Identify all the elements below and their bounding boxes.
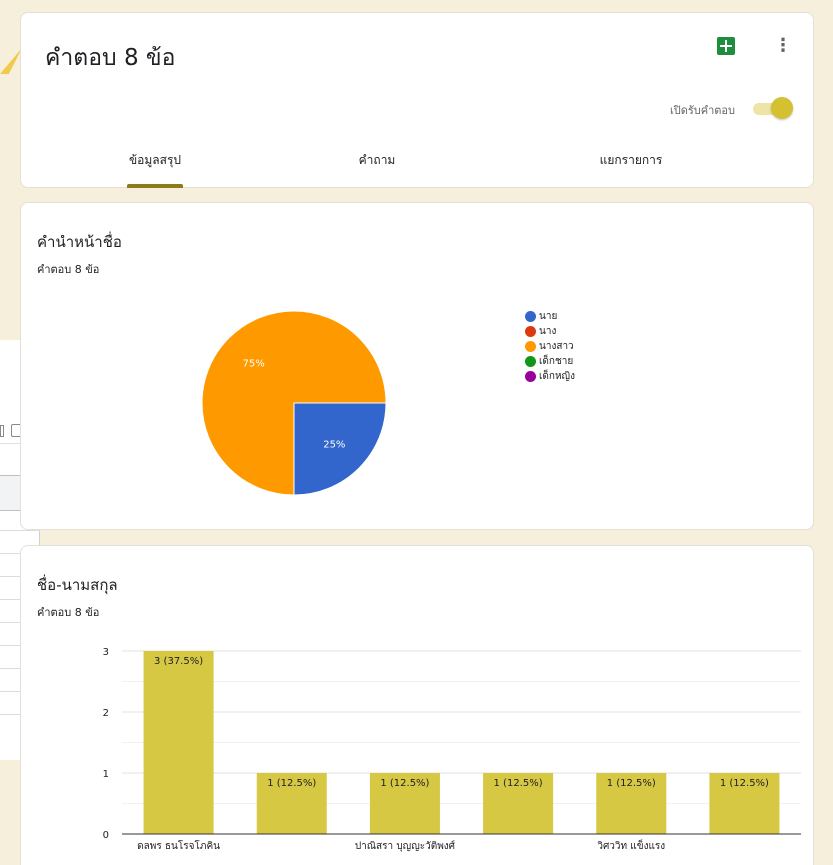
- question-card-prefix: คำนำหน้าชื่อ คำตอบ 8 ข้อ 25% 75% นาย นาง นา…: [20, 202, 814, 530]
- legend-item: นาย: [525, 309, 575, 324]
- y-tick-label: 1: [103, 769, 109, 780]
- bar-chart: 0 1 2 3 3 (37.5%) ดลพร ธนโรจโภคิน 1 (12.5%) 1 (…: [103, 647, 801, 852]
- tab-summary[interactable]: ข้อมูลสรุป: [75, 151, 235, 170]
- y-tick-label: 2: [103, 708, 109, 719]
- response-count: คำตอบ 8 ข้อ: [37, 606, 100, 619]
- tab-individual[interactable]: แยกรายการ: [551, 151, 711, 170]
- legend-swatch: [525, 341, 536, 352]
- pie-slice-label: 75%: [243, 359, 265, 370]
- accepting-responses-toggle[interactable]: [751, 97, 793, 119]
- active-tab-indicator: [127, 184, 183, 188]
- accepting-responses-label: เปิดรับคำตอบ: [669, 104, 735, 117]
- bar-value-label: 1 (12.5%): [494, 778, 543, 789]
- bar-value-label: 1 (12.5%): [380, 778, 429, 789]
- legend-label: นาย: [539, 311, 558, 322]
- legend-swatch: [525, 311, 536, 322]
- x-category-label: ปาณิสรา บุญญะวัติพงศ์: [355, 840, 456, 852]
- pointer-arrow: [0, 48, 22, 74]
- bar-value-label: 1 (12.5%): [267, 778, 316, 789]
- legend-item: นางสาว: [525, 339, 575, 354]
- bar: [143, 651, 214, 834]
- legend-item: นาง: [525, 324, 575, 339]
- sheets-icon[interactable]: [717, 37, 735, 55]
- legend-label: เด็กหญิง: [539, 371, 575, 382]
- responses-title: คำตอบ 8 ข้อ: [45, 45, 176, 71]
- background-toolbar-icon: [0, 425, 4, 437]
- question-title: คำนำหน้าชื่อ: [37, 233, 122, 251]
- legend-label: เด็กชาย: [539, 356, 574, 367]
- toggle-knob: [771, 97, 793, 119]
- responses-header-card: คำตอบ 8 ข้อ ⋮ เปิดรับคำตอบ ข้อมูลสรุป คำ…: [20, 12, 814, 188]
- legend-item: เด็กชาย: [525, 354, 575, 369]
- bar-value-label: 1 (12.5%): [720, 778, 769, 789]
- more-vert-icon[interactable]: ⋮: [773, 35, 793, 57]
- background-row-line: [0, 530, 40, 531]
- pie-chart: 25% 75%: [201, 310, 387, 496]
- pie-legend: นายนางนางสาวเด็กชายเด็กหญิง: [525, 309, 575, 384]
- pie-slice-label: 25%: [323, 439, 345, 450]
- y-tick-label: 0: [103, 830, 109, 841]
- x-category-label: วิศววิท แข็งแรง: [597, 838, 665, 852]
- x-category-label: ดลพร ธนโรจโภคิน: [137, 839, 220, 852]
- legend-swatch: [525, 326, 536, 337]
- y-tick-label: 3: [103, 647, 109, 658]
- legend-swatch: [525, 371, 536, 382]
- bar-value-label: 1 (12.5%): [607, 778, 656, 789]
- question-card-name: ชื่อ-นามสกุล คำตอบ 8 ข้อ 0 1 2 3 3 (37.5%) ดล…: [20, 545, 814, 865]
- legend-item: เด็กหญิง: [525, 369, 575, 384]
- response-count: คำตอบ 8 ข้อ: [37, 263, 100, 276]
- bar-value-label: 3 (37.5%): [154, 656, 203, 667]
- legend-swatch: [525, 356, 536, 367]
- question-title: ชื่อ-นามสกุล: [37, 576, 118, 594]
- legend-label: นาง: [539, 326, 557, 337]
- tab-question[interactable]: คำถาม: [297, 151, 457, 170]
- legend-label: นางสาว: [539, 341, 574, 352]
